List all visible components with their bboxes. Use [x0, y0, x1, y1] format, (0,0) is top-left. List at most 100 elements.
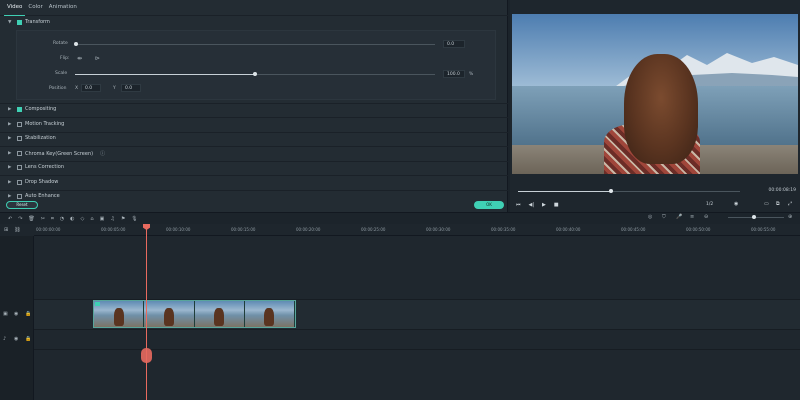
caret-right-icon[interactable]: ▶ [8, 122, 14, 127]
step-back-icon[interactable]: ⏮ [516, 202, 521, 208]
speaker-icon[interactable]: ◉ [14, 336, 18, 342]
auto-enhance-checkbox[interactable] [17, 193, 22, 199]
tag-icon[interactable]: ⌂ [90, 216, 93, 222]
playhead-marker[interactable] [141, 348, 152, 363]
rotate-slider-knob[interactable] [74, 42, 78, 46]
rotate-value[interactable]: 0.0 [443, 40, 465, 48]
flip-horizontal-icon[interactable]: ⇹ [77, 55, 82, 62]
lock-icon[interactable]: 🔒 [25, 336, 31, 342]
position-y-value[interactable]: 0.0 [121, 84, 141, 92]
shield-icon[interactable]: ⛉ [662, 214, 666, 220]
undo-icon[interactable]: ↶ [8, 216, 12, 222]
section-compositing[interactable]: ▶ Compositing [8, 106, 56, 112]
scale-label: Scale [55, 71, 68, 76]
help-icon[interactable]: ⓘ [100, 150, 105, 157]
caret-right-icon[interactable]: ▶ [8, 180, 14, 185]
section-motion-tracking[interactable]: ▶ Motion Tracking [8, 121, 64, 127]
zoom-slider[interactable] [728, 217, 784, 218]
zoom-in-icon[interactable]: ⊕ [788, 214, 792, 220]
motion-tracking-checkbox[interactable] [17, 121, 22, 127]
playhead-line[interactable] [146, 224, 147, 400]
zoom-slider-knob[interactable] [752, 215, 756, 219]
timeline-ruler[interactable]: 00:00:00:00 00:00:05:00 00:00:10:00 00:00:1… [0, 224, 800, 236]
audio-track-row[interactable] [34, 330, 800, 350]
ok-button[interactable]: OK [474, 201, 504, 209]
speed-icon[interactable]: ◔ [60, 216, 64, 222]
crop-icon[interactable]: ⌗ [51, 216, 54, 222]
video-editor: Video Color Animation ▼ Transform Rotate… [0, 0, 800, 400]
tab-video[interactable]: Video [4, 0, 26, 16]
delete-icon[interactable]: 🗑 [28, 216, 34, 222]
lens-correction-checkbox[interactable] [17, 164, 22, 170]
video-clip[interactable] [93, 300, 296, 328]
fullscreen-icon[interactable]: ⤢ [788, 201, 792, 207]
voiceover-icon[interactable]: 🎤 [676, 214, 682, 220]
section-lens-correction[interactable]: ▶ Lens Correction [8, 164, 64, 170]
section-transform[interactable]: ▼ Transform [8, 19, 50, 25]
play-icon[interactable]: ▶ [542, 202, 546, 208]
preview-ratio[interactable]: 1/2 [706, 202, 713, 207]
divider [0, 190, 508, 191]
caret-down-icon[interactable]: ▼ [8, 20, 14, 25]
frame-back-icon[interactable]: ◀| [529, 202, 535, 208]
transform-settings: Rotate 0.0 Flip: ⇹ ⊳ Scale 100.0 % Posit… [16, 30, 496, 100]
render-icon[interactable]: ◎ [648, 214, 652, 220]
divider [0, 103, 508, 104]
split-icon[interactable]: ▣ [100, 216, 105, 222]
caret-right-icon[interactable]: ▶ [8, 107, 14, 112]
section-stabilization[interactable]: ▶ Stabilization [8, 135, 56, 141]
progress-knob[interactable] [609, 189, 614, 193]
stabilization-checkbox[interactable] [17, 135, 22, 141]
position-x-label: X [75, 86, 79, 91]
zoom-out-icon[interactable]: ⊖ [704, 214, 708, 220]
tab-animation[interactable]: Animation [46, 0, 80, 16]
scale-slider-knob[interactable] [253, 72, 257, 76]
section-chroma-key[interactable]: ▶ Chroma Key(Green Screen) ⓘ [8, 150, 105, 158]
marker-icon[interactable]: ⚑ [121, 216, 125, 222]
monitor-icon[interactable]: ▭ [764, 201, 769, 207]
caret-right-icon[interactable]: ▶ [8, 165, 14, 170]
caret-right-icon[interactable]: ▶ [8, 194, 14, 199]
chroma-key-checkbox[interactable] [17, 151, 22, 156]
drop-shadow-checkbox[interactable] [17, 179, 22, 185]
mic-icon[interactable]: 🎙 [131, 216, 137, 222]
lock-icon[interactable]: 🔒 [25, 311, 31, 317]
keyframe-icon[interactable]: ◇ [81, 216, 85, 222]
rotate-slider[interactable] [75, 44, 435, 45]
person-hair [624, 54, 698, 164]
divider [0, 117, 508, 118]
tab-color[interactable]: Color [25, 0, 45, 16]
audio-icon[interactable]: ♫ [110, 216, 114, 222]
preview-progress-bar[interactable] [518, 189, 740, 193]
reset-button[interactable]: Reset [6, 201, 38, 209]
flip-vertical-icon[interactable]: ⊳ [95, 55, 100, 62]
ruler-tick-label: 00:00:45:00 [621, 227, 646, 232]
layers-icon[interactable]: ≡ [690, 214, 694, 220]
ruler-tick-label: 00:00:15:00 [231, 227, 256, 232]
timeline-row[interactable] [34, 236, 800, 300]
section-drop-shadow[interactable]: ▶ Drop Shadow [8, 179, 58, 185]
preview-timecode: 00:00:08:19 [768, 188, 796, 193]
cut-icon[interactable]: ✂ [41, 216, 45, 222]
clip-thumbnail [94, 301, 145, 327]
video-track-icon: ▣ [3, 311, 8, 317]
snapshot-icon[interactable]: ⧉ [776, 201, 780, 207]
camera-icon[interactable]: ◉ [734, 201, 738, 207]
section-label: Auto Enhance [25, 193, 60, 199]
link-icon[interactable]: ⛓ [14, 227, 20, 233]
ruler-controls: ⊞ ⛓ [0, 224, 34, 236]
transform-checkbox[interactable] [17, 19, 22, 25]
section-auto-enhance[interactable]: ▶ Auto Enhance [8, 193, 60, 199]
scale-value[interactable]: 100.0 [443, 70, 465, 78]
caret-right-icon[interactable]: ▶ [8, 136, 14, 141]
eye-icon[interactable]: ◉ [14, 311, 18, 317]
compositing-checkbox[interactable] [17, 106, 22, 112]
color-icon[interactable]: ◐ [70, 216, 74, 222]
stop-icon[interactable]: ■ [554, 202, 559, 208]
redo-icon[interactable]: ↷ [18, 216, 22, 222]
position-x-value[interactable]: 0.0 [81, 84, 101, 92]
property-tabs: Video Color Animation [0, 0, 508, 16]
caret-right-icon[interactable]: ▶ [8, 151, 14, 156]
add-track-icon[interactable]: ⊞ [4, 227, 8, 233]
divider [0, 161, 508, 162]
